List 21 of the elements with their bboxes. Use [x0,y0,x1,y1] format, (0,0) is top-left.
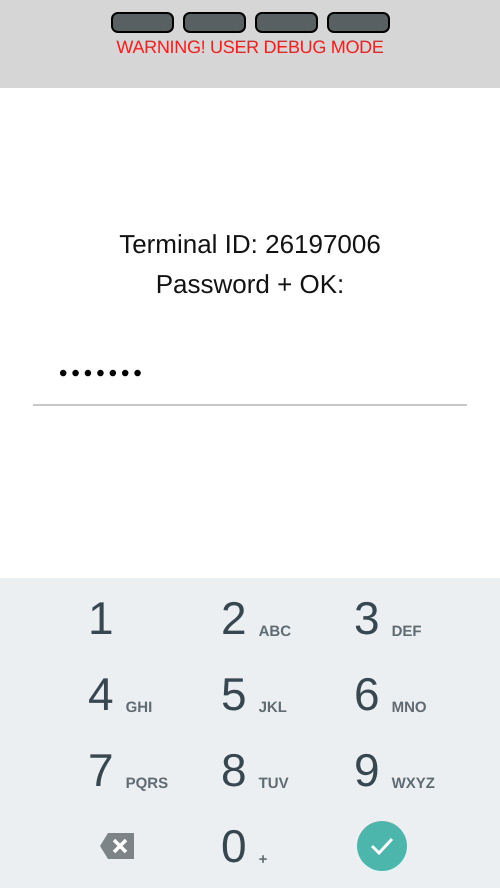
keypad-key[interactable]: 8 TUV [221,747,289,793]
header-button[interactable] [182,12,246,33]
terminal-id-text: Terminal ID: 26197006 [119,228,381,261]
backspace-button[interactable] [100,833,134,859]
header-button[interactable] [326,12,390,33]
header-button[interactable] [110,12,174,33]
keypad-key[interactable]: 5 JKL [221,671,287,717]
warning-text: WARNING! USER DEBUG MODE [116,36,384,58]
keypad-key[interactable]: 1 [88,595,114,641]
keypad-key[interactable]: 3 DEF [354,595,422,641]
keypad-key[interactable]: 6 MNO [354,671,427,717]
keypad-key[interactable]: 7 PQRS [88,747,168,793]
header-button[interactable] [254,12,318,33]
keypad-key[interactable]: 2 ABC [221,595,292,641]
backspace-icon [100,833,134,859]
check-icon [370,836,394,856]
keypad-key[interactable]: 0 + [221,823,268,869]
password-field[interactable]: ••••••• [33,344,467,406]
keypad-key[interactable]: 4 GHI [88,671,152,717]
keypad-key[interactable]: 9 WXYZ [354,747,435,793]
instruction-text: Password + OK: [156,268,344,301]
